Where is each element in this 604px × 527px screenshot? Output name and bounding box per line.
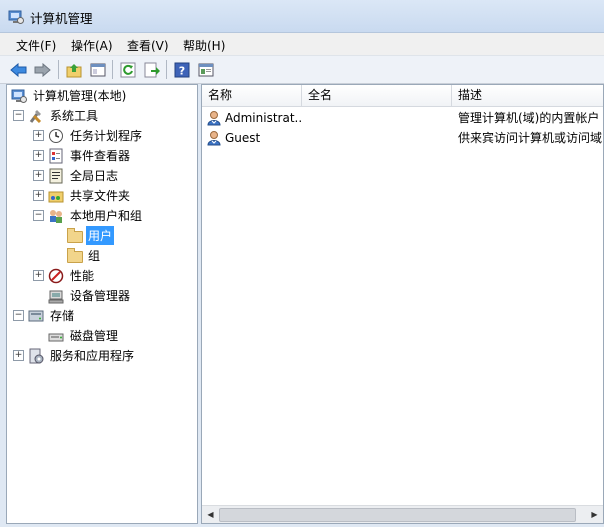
tree-item-users[interactable]: 用户 xyxy=(66,226,115,245)
forward-icon[interactable] xyxy=(32,60,51,79)
table-row[interactable]: Guest 供来宾访问计算机或访问域 xyxy=(202,128,603,148)
expand-icon[interactable]: + xyxy=(13,350,24,361)
users-group-icon xyxy=(48,208,64,224)
computer-management-icon xyxy=(8,9,24,28)
expand-icon[interactable]: + xyxy=(33,130,44,141)
scrollbar-thumb[interactable] xyxy=(219,508,576,522)
tree-item-shared-folders[interactable]: + 共享文件夹 xyxy=(33,186,132,205)
up-folder-icon[interactable] xyxy=(64,60,83,79)
expand-icon[interactable]: + xyxy=(33,190,44,201)
details-list: 名称 全名 描述 Administrat... 管理计算机(域)的内置帐户 Gu… xyxy=(201,84,604,524)
collapse-icon[interactable]: − xyxy=(13,310,24,321)
log-icon xyxy=(48,168,64,184)
tree-item-event-viewer[interactable]: + 事件查看器 xyxy=(33,146,132,165)
tree-label: 全局日志 xyxy=(70,169,119,183)
navigation-tree: 计算机管理(本地) − 系统工具 + 任务计划程序 + 事件查看器 + 全局日志… xyxy=(6,84,198,524)
scroll-right-icon[interactable]: ▶ xyxy=(586,506,603,523)
tree-item-task-scheduler[interactable]: + 任务计划程序 xyxy=(33,126,144,145)
column-header-fullname[interactable]: 全名 xyxy=(302,85,452,106)
expand-icon[interactable]: + xyxy=(33,150,44,161)
menu-view[interactable]: 查看(V) xyxy=(127,37,169,54)
tree-item-groups[interactable]: 组 xyxy=(66,246,102,265)
folder-icon xyxy=(66,247,83,264)
tools-icon xyxy=(28,108,44,124)
tree-label: 事件查看器 xyxy=(70,149,131,163)
folder-icon xyxy=(66,227,83,244)
user-icon xyxy=(206,110,222,126)
cell-description: 管理计算机(域)的内置帐户 xyxy=(458,111,600,125)
disk-icon xyxy=(48,328,64,344)
horizontal-scrollbar[interactable]: ◀ ▶ xyxy=(202,505,603,523)
expand-icon[interactable]: + xyxy=(33,270,44,281)
properties-icon[interactable] xyxy=(196,60,215,79)
column-header-description[interactable]: 描述 xyxy=(452,85,603,106)
window-title: 计算机管理 xyxy=(30,11,93,26)
menu-action[interactable]: 操作(A) xyxy=(71,37,113,54)
tree-label: 性能 xyxy=(70,269,95,283)
tree-label: 计算机管理(本地) xyxy=(33,89,127,103)
show-hide-tree-icon[interactable] xyxy=(88,60,107,79)
menu-help[interactable]: 帮助(H) xyxy=(183,37,225,54)
tree-label: 本地用户和组 xyxy=(70,209,143,223)
tree-label: 组 xyxy=(88,249,101,263)
export-icon[interactable] xyxy=(142,60,161,79)
cell-fullname xyxy=(308,108,448,128)
back-icon[interactable] xyxy=(9,60,28,79)
computer-management-icon xyxy=(11,88,27,104)
tree-item-global-log[interactable]: + 全局日志 xyxy=(33,166,120,185)
tree-item-local-users-groups[interactable]: − 本地用户和组 xyxy=(33,206,144,225)
menu-bar: 文件(F) 操作(A) 查看(V) 帮助(H) xyxy=(0,33,604,55)
list-header: 名称 全名 描述 xyxy=(202,85,603,107)
event-viewer-icon xyxy=(48,148,64,164)
device-manager-icon xyxy=(48,288,64,304)
title-bar: 计算机管理 xyxy=(0,0,604,33)
cell-description: 供来宾访问计算机或访问域 xyxy=(458,131,603,145)
user-icon xyxy=(206,130,222,146)
tree-item-disk-management[interactable]: 磁盘管理 xyxy=(33,326,120,345)
column-header-name[interactable]: 名称 xyxy=(202,85,302,106)
storage-icon xyxy=(28,308,44,324)
shared-folder-icon xyxy=(48,188,64,204)
clock-icon xyxy=(48,128,64,144)
tree-item-storage[interactable]: − 存储 xyxy=(13,306,76,325)
tree-label: 用户 xyxy=(86,226,115,245)
tree-label: 共享文件夹 xyxy=(70,189,131,203)
expand-icon[interactable]: + xyxy=(33,170,44,181)
services-icon xyxy=(28,348,44,364)
cell-name: Guest xyxy=(225,131,261,145)
performance-icon xyxy=(48,268,64,284)
tree-label: 任务计划程序 xyxy=(70,129,143,143)
cell-fullname xyxy=(308,128,448,148)
tree-label: 系统工具 xyxy=(50,109,99,123)
refresh-icon[interactable] xyxy=(118,60,137,79)
tree-item-performance[interactable]: + 性能 xyxy=(33,266,96,285)
tree-root[interactable]: 计算机管理(本地) xyxy=(11,86,128,105)
tree-label: 服务和应用程序 xyxy=(50,349,135,363)
svg-text:?: ? xyxy=(178,64,184,77)
table-row[interactable]: Administrat... 管理计算机(域)的内置帐户 xyxy=(202,108,603,128)
tree-item-device-manager[interactable]: 设备管理器 xyxy=(33,286,132,305)
scroll-left-icon[interactable]: ◀ xyxy=(202,506,219,523)
menu-file[interactable]: 文件(F) xyxy=(16,37,56,54)
cell-name: Administrat... xyxy=(225,111,301,125)
tree-label: 存储 xyxy=(50,309,75,323)
tree-label: 磁盘管理 xyxy=(70,329,119,343)
help-icon[interactable]: ? xyxy=(172,60,191,79)
toolbar: ? xyxy=(0,55,604,84)
tree-item-services-apps[interactable]: + 服务和应用程序 xyxy=(13,346,136,365)
collapse-icon[interactable]: − xyxy=(13,110,24,121)
tree-item-system-tools[interactable]: − 系统工具 xyxy=(13,106,100,125)
collapse-icon[interactable]: − xyxy=(33,210,44,221)
tree-label: 设备管理器 xyxy=(70,289,131,303)
